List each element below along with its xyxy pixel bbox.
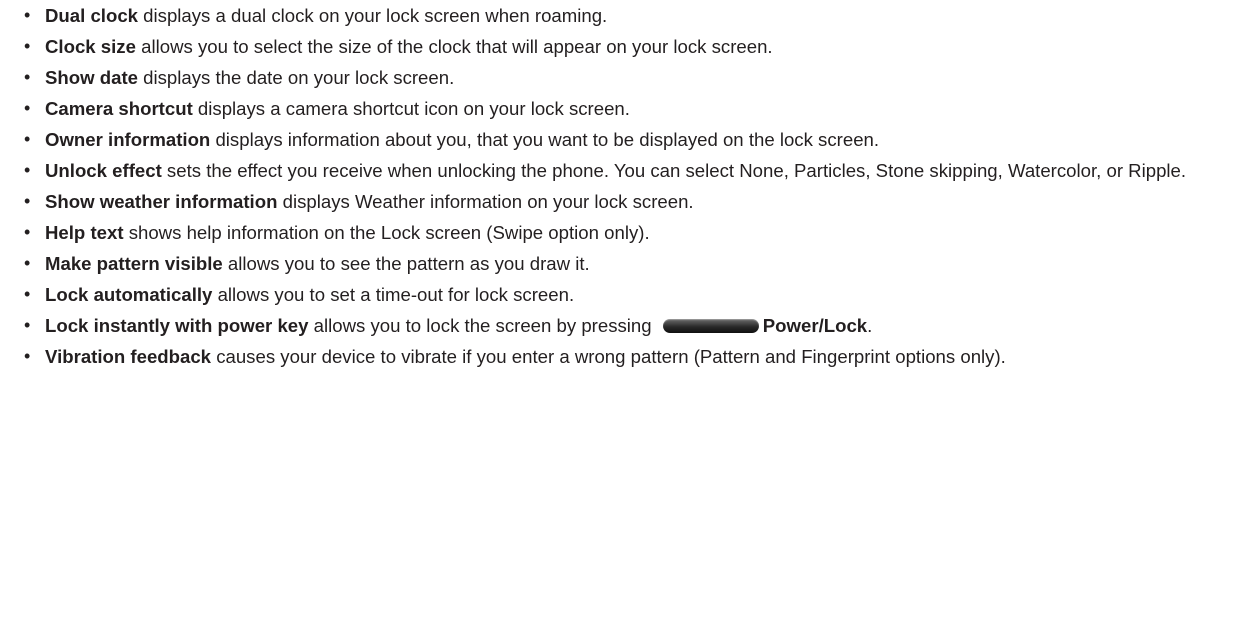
- list-item-dual-clock: • Dual clock displays a dual clock on yo…: [23, 0, 1230, 31]
- option-term: Show weather information: [45, 191, 278, 212]
- option-description: displays a camera shortcut icon on your …: [192, 98, 630, 119]
- option-term: Camera shortcut: [45, 98, 193, 119]
- list-item-show-weather-information: • Show weather information displays Weat…: [23, 186, 1230, 217]
- list-item-help-text: • Help text shows help information on th…: [23, 217, 1230, 248]
- option-term: Dual clock: [45, 5, 139, 26]
- option-description: causes your device to vibrate if you ent…: [211, 346, 1006, 367]
- option-description: displays information about you, that you…: [210, 129, 880, 150]
- bullet-icon: •: [24, 191, 31, 211]
- bullet-icon: •: [24, 315, 31, 335]
- list-item-clock-size: • Clock size allows you to select the si…: [23, 31, 1230, 62]
- list-item-make-pattern-visible: • Make pattern visible allows you to see…: [23, 248, 1230, 279]
- option-description: allows you to see the pattern as you dra…: [222, 253, 590, 274]
- bullet-icon: •: [24, 98, 31, 118]
- option-term: Unlock effect: [45, 160, 162, 181]
- option-term: Lock automatically: [45, 284, 213, 305]
- bullet-icon: •: [24, 67, 31, 87]
- bullet-icon: •: [24, 36, 31, 56]
- option-description: allows you to lock the screen by pressin…: [308, 315, 657, 336]
- option-term: Vibration feedback: [45, 346, 212, 367]
- option-description: allows you to select the size of the clo…: [135, 36, 773, 57]
- bullet-icon: •: [24, 253, 31, 273]
- list-item-unlock-effect: • Unlock effect sets the effect you rece…: [23, 155, 1230, 186]
- option-term: Help text: [45, 222, 124, 243]
- option-description: displays the date on your lock screen.: [137, 67, 455, 88]
- option-term: Show date: [45, 67, 138, 88]
- option-suffix: .: [867, 315, 873, 336]
- lock-screen-options-list: • Dual clock displays a dual clock on yo…: [23, 0, 1230, 372]
- list-item-show-date: • Show date displays the date on your lo…: [23, 62, 1230, 93]
- list-item-owner-information: • Owner information displays information…: [23, 124, 1230, 155]
- list-item-vibration-feedback: • Vibration feedback causes your device …: [23, 341, 1230, 372]
- option-description: allows you to set a time-out for lock sc…: [212, 284, 575, 305]
- bullet-icon: •: [24, 222, 31, 242]
- bullet-icon: •: [24, 160, 31, 180]
- power-key-icon: [662, 318, 759, 333]
- option-term: Owner information: [45, 129, 211, 150]
- document-page: • Dual clock displays a dual clock on yo…: [0, 0, 1250, 643]
- power-lock-label: Power/Lock: [762, 315, 868, 336]
- bullet-icon: •: [24, 346, 31, 366]
- option-description: shows help information on the Lock scree…: [123, 222, 650, 243]
- bullet-icon: •: [24, 129, 31, 149]
- bullet-icon: •: [24, 284, 31, 304]
- option-description: displays Weather information on your loc…: [277, 191, 694, 212]
- option-description: sets the effect you receive when unlocki…: [161, 160, 1187, 181]
- list-item-lock-automatically: • Lock automatically allows you to set a…: [23, 279, 1230, 310]
- option-description: displays a dual clock on your lock scree…: [138, 5, 608, 26]
- option-term: Lock instantly with power key: [45, 315, 309, 336]
- option-term: Make pattern visible: [45, 253, 223, 274]
- option-term: Clock size: [45, 36, 136, 57]
- bullet-icon: •: [24, 5, 31, 25]
- list-item-camera-shortcut: • Camera shortcut displays a camera shor…: [23, 93, 1230, 124]
- list-item-lock-instantly-with-power-key: • Lock instantly with power key allows y…: [23, 310, 1230, 341]
